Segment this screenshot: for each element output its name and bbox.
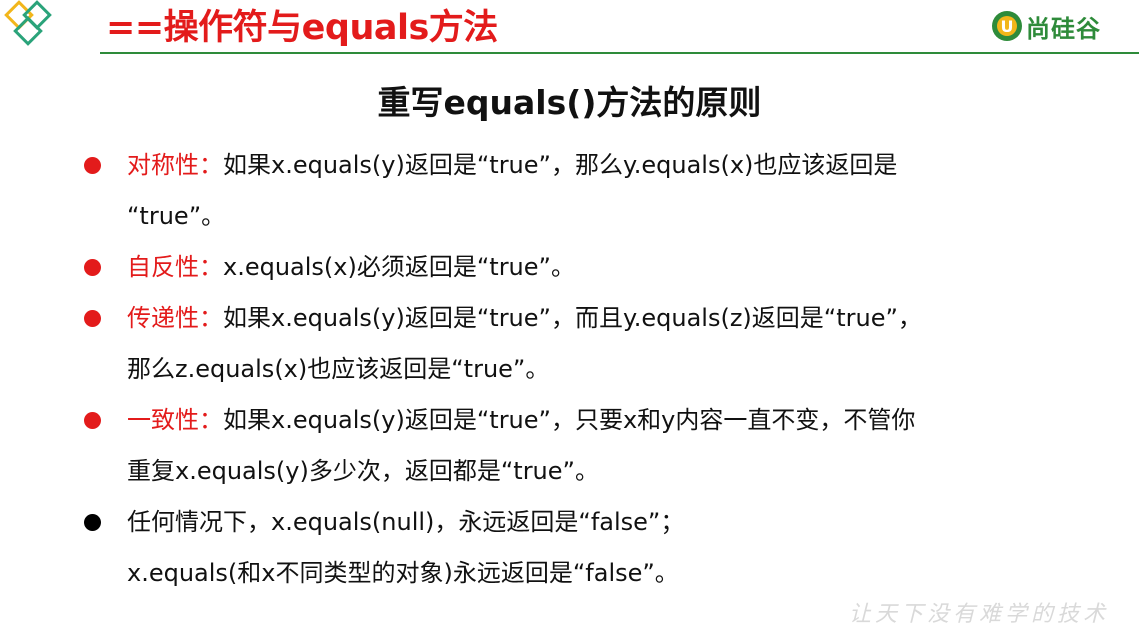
bullet-text: x.equals(x)必须返回是“true”。 [223,253,575,281]
section-heading: 重写equals()方法的原则 [377,83,762,122]
bullet-term: 自反性： [127,253,223,281]
list-item: 一致性：如果x.equals(y)返回是“true”，只要x和y内容一直不变，不… [0,395,1067,497]
brand-mark-letter: U [1001,17,1014,36]
bullet-line-2: 那么z.equals(x)也应该返回是“true”。 [127,355,550,383]
bullet-text: 如果x.equals(y)返回是“true”，而且y.equals(z)返回是“… [223,304,922,332]
bullet-dot-icon [84,310,101,327]
brand-mark-icon: U [992,11,1022,41]
slide-title: ==操作符与equals方法 [106,8,498,48]
bullet-text: 任何情况下，x.equals(null)，永远返回是“false”； [127,508,685,536]
bullet-dot-icon [84,514,101,531]
list-item: 传递性：如果x.equals(y)返回是“true”，而且y.equals(z)… [0,293,1067,395]
bullet-term: 对称性： [127,151,223,179]
bullet-line-2: “true”。 [127,202,226,230]
brand-name: 尚硅谷 [1026,14,1101,43]
slide-header: ==操作符与equals方法 U 尚硅谷 [0,0,1139,56]
principles-list: 对称性：如果x.equals(y)返回是“true”，那么y.equals(x)… [0,140,1139,599]
bullet-line-2: x.equals(和x不同类型的对象)永远返回是“false”。 [127,559,679,587]
bullet-line-2: 重复x.equals(y)多少次，返回都是“true”。 [127,457,599,485]
bullet-line-1: 自反性：x.equals(x)必须返回是“true”。 [127,242,1067,293]
bullet-text: 如果x.equals(y)返回是“true”，那么y.equals(x)也应该返… [223,151,898,179]
list-item: 自反性：x.equals(x)必须返回是“true”。 [0,242,1067,293]
bullet-line-1: 传递性：如果x.equals(y)返回是“true”，而且y.equals(z)… [127,293,1067,344]
bullet-dot-icon [84,259,101,276]
bullet-line-1: 一致性：如果x.equals(y)返回是“true”，只要x和y内容一直不变，不… [127,395,1067,446]
list-item: 任何情况下，x.equals(null)，永远返回是“false”； x.equ… [0,497,1067,599]
brand-logo: U 尚硅谷 [990,6,1101,46]
bullet-line-1: 任何情况下，x.equals(null)，永远返回是“false”； [127,497,1067,548]
bullet-dot-icon [84,157,101,174]
diamond-logo-icon [4,0,52,46]
footer-watermark: 让天下没有难学的技术 [848,602,1109,627]
bullet-term: 传递性： [127,304,223,332]
bullet-term: 一致性： [127,406,223,434]
bullet-text: 如果x.equals(y)返回是“true”，只要x和y内容一直不变，不管你 [223,406,916,434]
header-divider [100,52,1139,54]
list-item: 对称性：如果x.equals(y)返回是“true”，那么y.equals(x)… [0,140,1067,242]
bullet-dot-icon [84,412,101,429]
bullet-line-1: 对称性：如果x.equals(y)返回是“true”，那么y.equals(x)… [127,140,1067,191]
